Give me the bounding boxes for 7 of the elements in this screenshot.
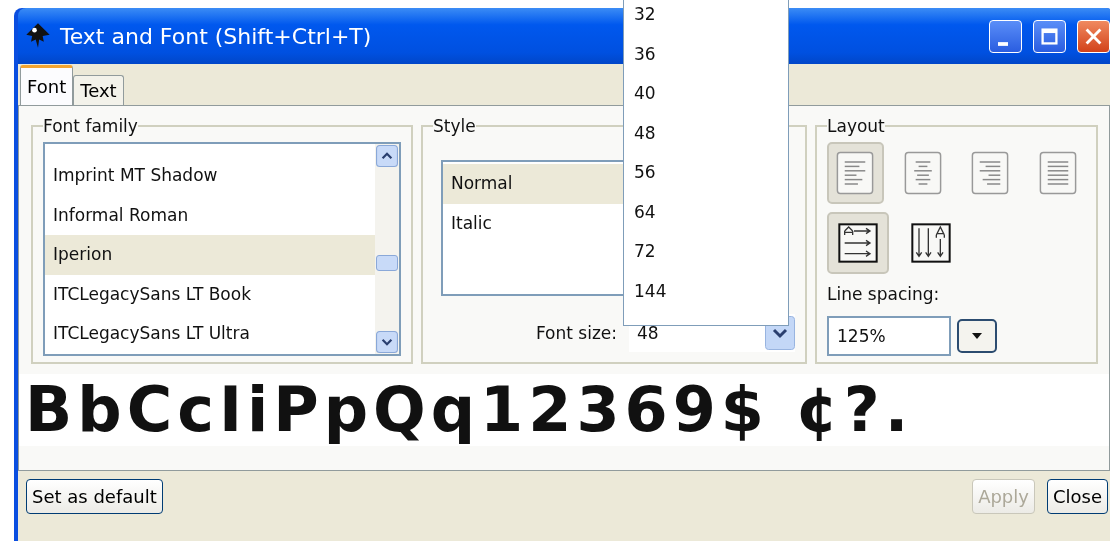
font-size-label: Font size:: [535, 323, 617, 343]
group-title: Font family: [43, 116, 138, 136]
line-spacing-label: Line spacing:: [827, 284, 941, 304]
group-title: Layout: [827, 116, 885, 136]
group-title: Style: [433, 116, 476, 136]
font-preview: BbCcIiPpQq12369$ ¢?.: [19, 374, 1109, 446]
window-title: Text and Font (Shift+Ctrl+T): [60, 23, 372, 49]
